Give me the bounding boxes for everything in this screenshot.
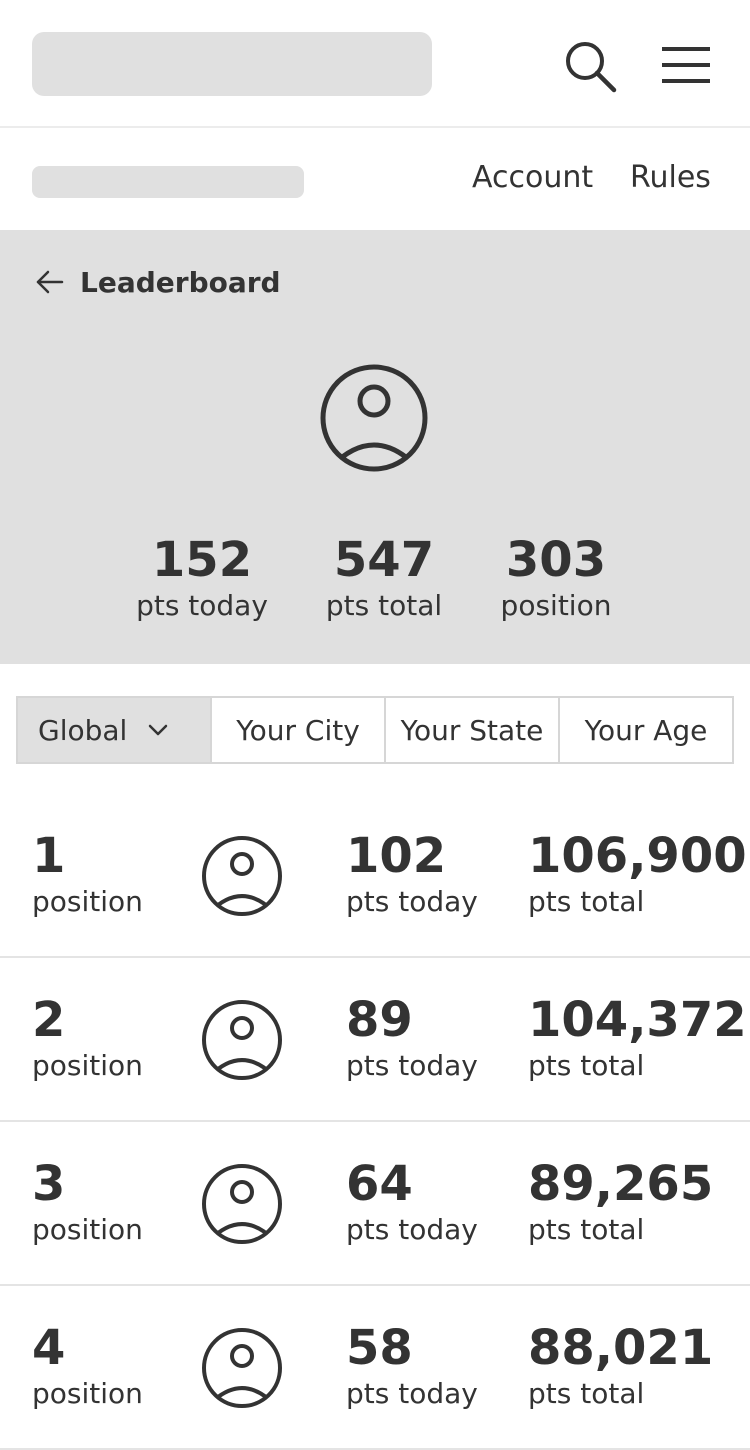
rank-label: position [32,1377,143,1410]
back-button[interactable]: Leaderboard [32,260,281,304]
page-title: Leaderboard [80,265,281,299]
user-circle-icon [320,364,428,472]
global-dropdown-label: Global [38,713,128,747]
stat-value: 547 [333,532,435,588]
avatar [318,362,430,474]
leaderboard-row[interactable]: 4 position 58 pts today 88,021 pts total [0,1286,750,1450]
rank-value: 3 [32,1156,66,1212]
pts-total-value: 104,372 [528,992,747,1048]
pts-today-label: pts today [346,1049,478,1082]
pts-today: 89 pts today [346,992,478,1084]
leaderboard-row[interactable]: 2 position 89 pts today 104,372 pts tota… [0,958,750,1122]
pts-total-value: 106,900 [528,828,747,884]
pts-total: 89,265 pts total [528,1156,713,1248]
pts-total: 106,900 pts total [528,828,747,920]
leaderboard-row[interactable]: 3 position 64 pts today 89,265 pts total [0,1122,750,1286]
hamburger-menu-icon [662,47,710,83]
rank-label: position [32,1049,143,1082]
rank: 3 position [32,1156,143,1248]
pts-total-value: 88,021 [528,1320,714,1376]
pts-today-value: 102 [346,828,447,884]
tab-your-city[interactable]: Your City [210,698,384,762]
pts-today-value: 89 [346,992,413,1048]
search-icon [566,42,617,93]
pts-total-label: pts total [528,1213,645,1246]
stat-position: 303 position [496,530,616,626]
filter-tabs: Global Your City Your State Your Age [16,696,734,764]
user-circle-icon [202,1000,282,1080]
global-dropdown[interactable]: Global [18,698,210,762]
rank-label: position [32,885,143,918]
rank-value: 1 [32,828,66,884]
tab-your-state[interactable]: Your State [384,698,558,762]
pts-today-value: 58 [346,1320,413,1376]
pts-total-label: pts total [528,1049,645,1082]
stat-value: 152 [151,532,253,588]
menu-button[interactable] [658,40,714,90]
rank-value: 4 [32,1320,66,1376]
arrow-left-icon [36,270,64,294]
stat-value: 303 [505,532,607,588]
pts-today-value: 64 [346,1156,413,1212]
leaderboard-row[interactable]: 1 position 102 pts today 106,900 pts tot… [0,794,750,958]
pts-today-label: pts today [346,885,478,918]
top-bar [0,0,750,128]
profile-summary: Leaderboard 152 pts today 547 pts total … [0,230,750,664]
pts-total: 104,372 pts total [528,992,747,1084]
account-link[interactable]: Account [472,158,593,198]
subnav-placeholder [32,166,304,198]
rank-value: 2 [32,992,66,1048]
stat-pts-total: 547 pts total [322,530,446,626]
pts-today: 102 pts today [346,828,478,920]
stat-label: pts today [136,589,268,622]
user-circle-icon [202,836,282,916]
search-button[interactable] [560,36,620,96]
stat-pts-today: 152 pts today [130,530,274,626]
rank: 1 position [32,828,143,920]
pts-total-label: pts total [528,1377,645,1410]
pts-total-value: 89,265 [528,1156,714,1212]
user-circle-icon [202,1164,282,1244]
logo-placeholder [32,32,432,96]
chevron-down-icon [149,724,168,736]
stat-label: pts total [325,589,443,622]
pts-total-label: pts total [528,885,645,918]
tab-your-age[interactable]: Your Age [558,698,732,762]
rank: 2 position [32,992,143,1084]
pts-today-label: pts today [346,1377,478,1410]
stat-label: position [500,589,612,622]
sub-navigation: Account Rules [0,130,750,230]
rules-link[interactable]: Rules [630,158,711,198]
pts-today: 64 pts today [346,1156,478,1248]
user-circle-icon [202,1328,282,1408]
pts-today-label: pts today [346,1213,478,1246]
rank-label: position [32,1213,143,1246]
leaderboard-list: 1 position 102 pts today 106,900 pts tot… [0,794,750,1450]
